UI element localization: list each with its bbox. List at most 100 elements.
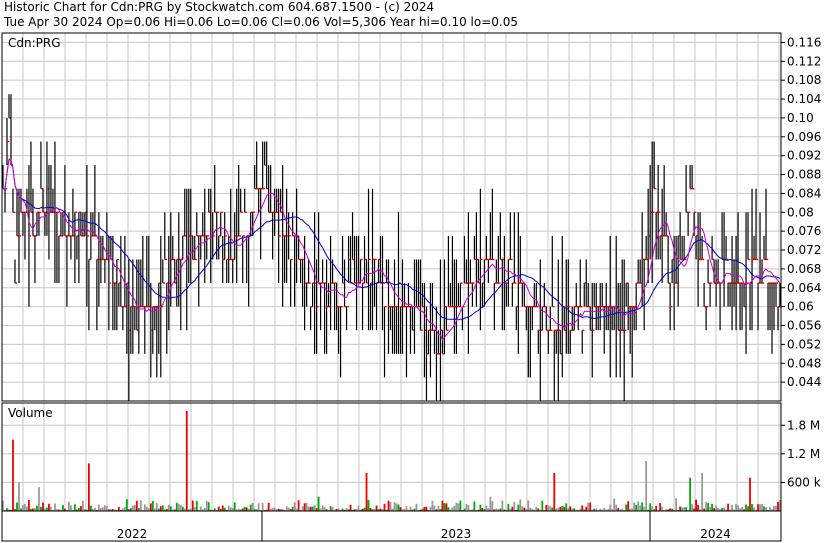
volume-bar <box>409 506 412 511</box>
volume-bar <box>627 501 630 511</box>
volume-bar <box>143 504 146 511</box>
price-tick-label: 0.072 <box>787 243 821 257</box>
volume-bar <box>133 504 136 511</box>
volume-bar <box>267 502 270 511</box>
volume-bar <box>437 505 440 511</box>
volume-bar <box>159 506 162 511</box>
price-tick-label: 0.112 <box>787 54 821 68</box>
volume-bar <box>639 505 642 511</box>
price-tick-label: 0.096 <box>787 130 821 144</box>
volume-bar <box>311 506 314 511</box>
volume-bar <box>709 506 711 511</box>
volume-bar <box>48 503 50 511</box>
volume-bar <box>42 502 44 511</box>
volume-bar <box>205 500 208 511</box>
volume-bar <box>36 505 38 511</box>
volume-bar <box>637 501 640 511</box>
volume-bar <box>613 498 616 511</box>
volume-bar <box>105 506 108 511</box>
volume-bar <box>541 500 544 511</box>
price-tick-label: 0.044 <box>787 375 821 389</box>
volume-bar <box>735 503 737 511</box>
volume-bar <box>135 500 138 511</box>
volume-bar <box>429 506 432 511</box>
volume-bar <box>251 502 254 511</box>
volume-bar <box>399 506 402 511</box>
volume-bar <box>26 506 28 511</box>
volume-bar <box>101 507 104 511</box>
volume-bar <box>455 502 458 511</box>
volume-bar <box>521 506 524 511</box>
volume-bar <box>169 506 172 511</box>
volume-bar <box>16 502 18 511</box>
volume-bar <box>365 472 368 511</box>
price-tick-label: 0.064 <box>787 281 821 295</box>
volume-bar <box>651 506 654 511</box>
volume-bar <box>625 504 628 511</box>
volume-bar <box>761 504 763 511</box>
volume-bar <box>431 500 434 511</box>
volume-bar <box>737 505 739 511</box>
volume-bar <box>727 503 729 511</box>
volume-bar <box>70 505 72 511</box>
volume-bar <box>559 507 562 511</box>
volume-bar <box>28 500 30 511</box>
volume-bar <box>775 505 777 511</box>
volume-bar <box>307 506 310 511</box>
volume-bar <box>305 502 308 511</box>
volume-bar <box>167 504 170 511</box>
volume-bar <box>125 499 128 511</box>
volume-bar <box>161 505 164 511</box>
volume-bar <box>331 506 334 511</box>
volume-bar <box>181 506 184 511</box>
volume-bar <box>323 507 326 511</box>
panel-titles: Cdn:PRG Volume <box>8 36 61 420</box>
price-tick-label: 0.108 <box>787 73 821 87</box>
volume-bar <box>589 502 592 511</box>
volume-bar <box>587 502 590 511</box>
volume-bar <box>233 502 236 511</box>
volume-bar <box>517 504 520 511</box>
volume-bar <box>489 496 492 511</box>
volume-panel-title: Volume <box>8 406 53 420</box>
volume-bar <box>527 500 530 511</box>
volume-bar <box>243 506 246 511</box>
volume-bar <box>635 504 638 511</box>
volume-bar <box>751 503 753 511</box>
volume-bars <box>2 411 781 511</box>
volume-bar <box>777 501 779 511</box>
volume-bar <box>511 506 514 511</box>
volume-bar <box>473 501 476 511</box>
volume-bar <box>479 504 482 511</box>
volume-bar <box>285 506 288 511</box>
volume-panel-frame <box>1 402 782 512</box>
volume-bar <box>569 506 572 511</box>
price-tick-label: 0.06 <box>787 300 814 314</box>
volume-bar <box>549 506 552 511</box>
volume-bar <box>62 505 64 511</box>
volume-tick-label: 600 k <box>787 475 821 489</box>
volume-bar <box>117 507 120 511</box>
volume-bar <box>741 506 743 511</box>
volume-bar <box>349 504 352 511</box>
volume-bar <box>199 506 202 511</box>
volume-bar <box>175 502 178 511</box>
volume-bar <box>405 506 408 511</box>
volume-bar <box>705 502 707 511</box>
volume-bar <box>731 504 733 511</box>
volume-bar <box>765 507 767 511</box>
volume-bar <box>773 505 775 511</box>
volume-bar <box>769 507 771 511</box>
volume-bar <box>491 501 494 511</box>
volume-bar <box>195 500 198 511</box>
price-tick-label: 0.10 <box>787 111 814 125</box>
volume-bar <box>389 502 392 511</box>
volume-bar <box>707 503 709 511</box>
volume-bar <box>447 507 450 511</box>
volume-bar <box>715 505 717 511</box>
volume-bar <box>745 504 747 511</box>
volume-bar <box>261 503 264 511</box>
volume-bar <box>615 504 618 511</box>
volume-bar <box>313 504 316 511</box>
volume-bar <box>453 506 456 511</box>
